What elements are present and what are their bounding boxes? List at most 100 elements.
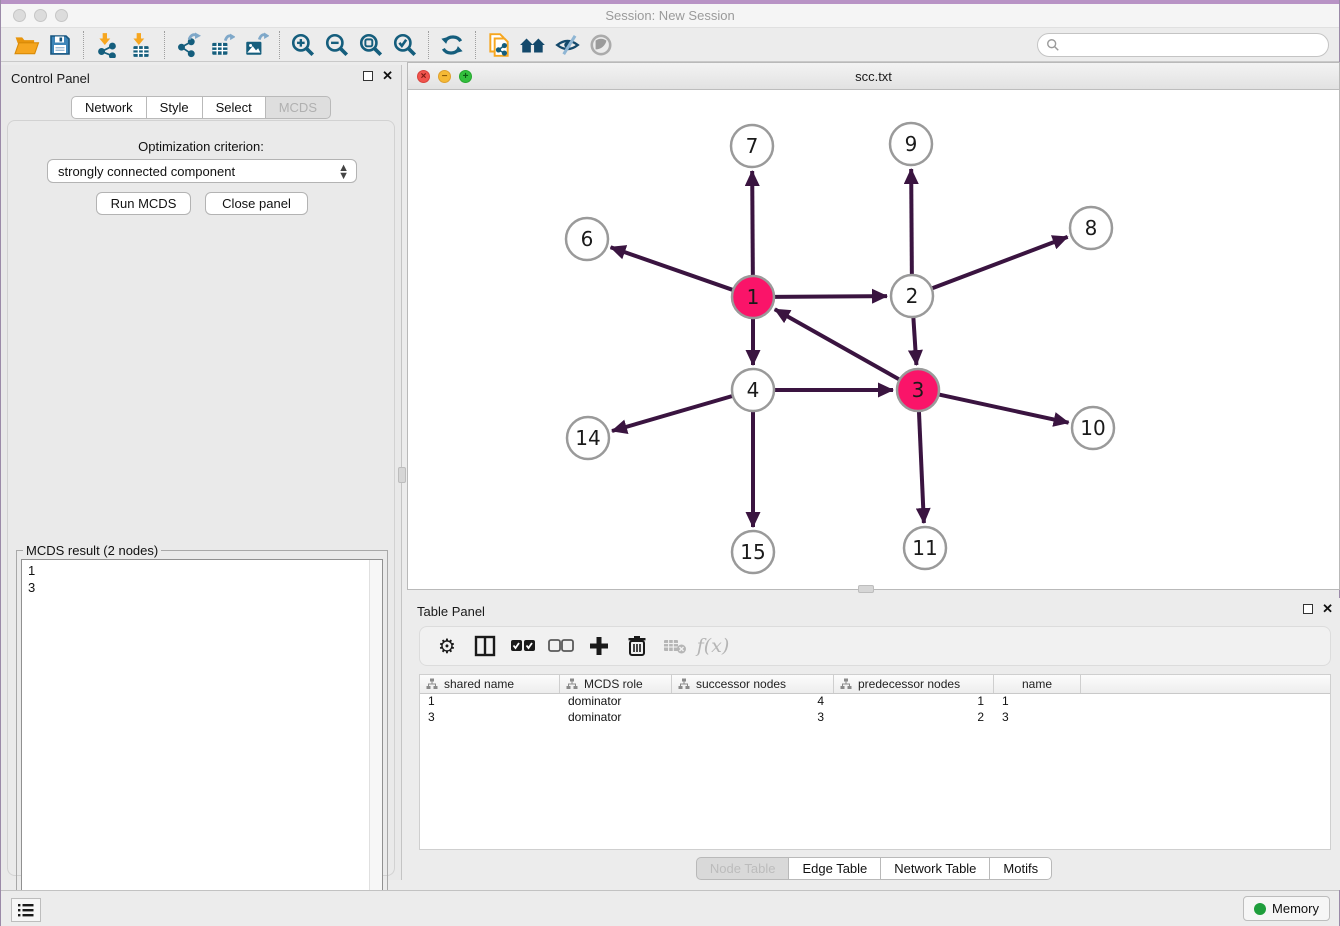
export-table-icon[interactable] <box>205 30 239 60</box>
edge-2-8[interactable] <box>932 237 1068 289</box>
result-scrollbar[interactable] <box>369 560 382 921</box>
task-history-button[interactable] <box>11 898 41 922</box>
network-window-titlebar[interactable]: × − + scc.txt <box>408 63 1339 90</box>
search-input[interactable] <box>1060 35 1328 55</box>
edge-1-2[interactable] <box>774 296 887 297</box>
select-all-columns-icon[interactable] <box>506 630 540 662</box>
cell-MCDS-role[interactable]: dominator <box>560 694 672 710</box>
graph-node-4[interactable]: 4 <box>732 369 774 411</box>
zoom-fit-icon[interactable] <box>354 30 388 60</box>
cell-successor-nodes[interactable]: 3 <box>672 710 834 726</box>
show-columns-icon[interactable] <box>468 630 502 662</box>
table-settings-gear-icon[interactable]: ⚙ <box>430 630 464 662</box>
open-file-icon[interactable] <box>9 30 43 60</box>
refresh-icon[interactable] <box>435 30 469 60</box>
cell-name[interactable]: 3 <box>994 710 1081 726</box>
dropdown-stepper-icon: ▲▼ <box>338 164 349 180</box>
edge-2-3[interactable] <box>913 317 916 365</box>
run-mcds-button[interactable]: Run MCDS <box>96 192 191 215</box>
float-panel-icon[interactable] <box>363 71 373 81</box>
table-body[interactable]: 1dominator4113dominator323 <box>420 694 1330 726</box>
cell-name[interactable]: 1 <box>994 694 1081 710</box>
graph-node-15[interactable]: 15 <box>732 531 774 573</box>
node-label: 15 <box>740 540 765 564</box>
table-row[interactable]: 1dominator411 <box>420 694 1330 710</box>
tab-mcds[interactable]: MCDS <box>266 96 331 119</box>
cell-predecessor-nodes[interactable]: 2 <box>834 710 994 726</box>
cell-successor-nodes[interactable]: 4 <box>672 694 834 710</box>
graph-node-6[interactable]: 6 <box>566 218 608 260</box>
graph-node-2[interactable]: 2 <box>891 275 933 317</box>
memory-button[interactable]: Memory <box>1243 896 1330 921</box>
import-network-icon[interactable] <box>90 30 124 60</box>
column-header-MCDS-role[interactable]: MCDS role <box>560 675 672 693</box>
edge-3-1[interactable] <box>775 309 900 379</box>
network-graph[interactable]: 1 2 3 4 6 7 8 9 10 11 14 15 <box>408 90 1339 589</box>
hierarchy-icon <box>566 678 578 690</box>
cell-MCDS-role[interactable]: dominator <box>560 710 672 726</box>
table-toolbar: ⚙ f(x) <box>419 626 1331 666</box>
close-panel-icon[interactable]: ✕ <box>382 71 393 81</box>
import-table-icon[interactable] <box>124 30 158 60</box>
graph-node-9[interactable]: 9 <box>890 123 932 165</box>
tab-node-table[interactable]: Node Table <box>696 857 790 880</box>
criterion-value: strongly connected component <box>58 164 235 179</box>
graph-node-1[interactable]: 1 <box>732 276 774 318</box>
show-all-icon[interactable] <box>584 30 618 60</box>
control-panel: Control Panel ✕ NetworkStyleSelectMCDS O… <box>1 65 402 880</box>
zoom-out-icon[interactable] <box>320 30 354 60</box>
close-table-panel-icon[interactable]: ✕ <box>1322 604 1333 614</box>
vertical-splitter-handle[interactable] <box>398 467 406 483</box>
create-column-icon[interactable] <box>582 630 616 662</box>
tab-network-table[interactable]: Network Table <box>881 857 990 880</box>
graph-node-7[interactable]: 7 <box>731 125 773 167</box>
table-header-row[interactable]: shared nameMCDS rolesuccessor nodesprede… <box>420 675 1330 694</box>
mcds-result-list[interactable]: 1 3 <box>21 559 383 922</box>
close-panel-button[interactable]: Close panel <box>205 192 308 215</box>
node-label: 10 <box>1080 416 1105 440</box>
edge-3-10[interactable] <box>939 394 1069 422</box>
export-network-icon[interactable] <box>171 30 205 60</box>
column-header-predecessor-nodes[interactable]: predecessor nodes <box>834 675 994 693</box>
graph-node-10[interactable]: 10 <box>1072 407 1114 449</box>
column-header-successor-nodes[interactable]: successor nodes <box>672 675 834 693</box>
cell-shared-name[interactable]: 3 <box>420 710 560 726</box>
hierarchy-icon <box>426 678 438 690</box>
edge-1-6[interactable] <box>611 247 734 290</box>
tab-motifs[interactable]: Motifs <box>990 857 1052 880</box>
graph-node-11[interactable]: 11 <box>904 527 946 569</box>
table-row[interactable]: 3dominator323 <box>420 710 1330 726</box>
toolbar-separator <box>164 31 165 59</box>
cell-shared-name[interactable]: 1 <box>420 694 560 710</box>
edge-3-11[interactable] <box>919 411 924 523</box>
edge-4-14[interactable] <box>612 396 733 431</box>
graph-node-14[interactable]: 14 <box>567 417 609 459</box>
zoom-selected-icon[interactable] <box>388 30 422 60</box>
column-header-shared-name[interactable]: shared name <box>420 675 560 693</box>
clone-network-icon[interactable] <box>482 30 516 60</box>
save-session-icon[interactable] <box>43 30 77 60</box>
edge-2-9[interactable] <box>911 169 912 275</box>
tab-style[interactable]: Style <box>147 96 203 119</box>
hide-selected-icon[interactable] <box>550 30 584 60</box>
zoom-in-icon[interactable] <box>286 30 320 60</box>
edge-1-7[interactable] <box>752 171 753 276</box>
search-box[interactable] <box>1037 33 1329 57</box>
network-canvas[interactable]: 1 2 3 4 6 7 8 9 10 11 14 15 <box>408 90 1339 589</box>
float-table-panel-icon[interactable] <box>1303 604 1313 614</box>
tab-select[interactable]: Select <box>203 96 266 119</box>
column-header-name[interactable]: name <box>994 675 1081 693</box>
graph-node-3[interactable]: 3 <box>897 369 939 411</box>
delete-column-icon[interactable] <box>620 630 654 662</box>
criterion-dropdown[interactable]: strongly connected component ▲▼ <box>47 159 357 183</box>
horizontal-splitter-handle[interactable] <box>858 585 874 593</box>
export-image-icon[interactable] <box>239 30 273 60</box>
unselect-all-columns-icon[interactable] <box>544 630 578 662</box>
cell-predecessor-nodes[interactable]: 1 <box>834 694 994 710</box>
tab-network[interactable]: Network <box>71 96 147 119</box>
graph-node-8[interactable]: 8 <box>1070 207 1112 249</box>
tab-edge-table[interactable]: Edge Table <box>789 857 881 880</box>
network-view-window: × − + scc.txt 1 2 3 4 6 7 8 9 10 11 14 15 <box>407 62 1340 590</box>
first-neighbors-icon[interactable] <box>516 30 550 60</box>
delete-table-icon <box>658 630 692 662</box>
